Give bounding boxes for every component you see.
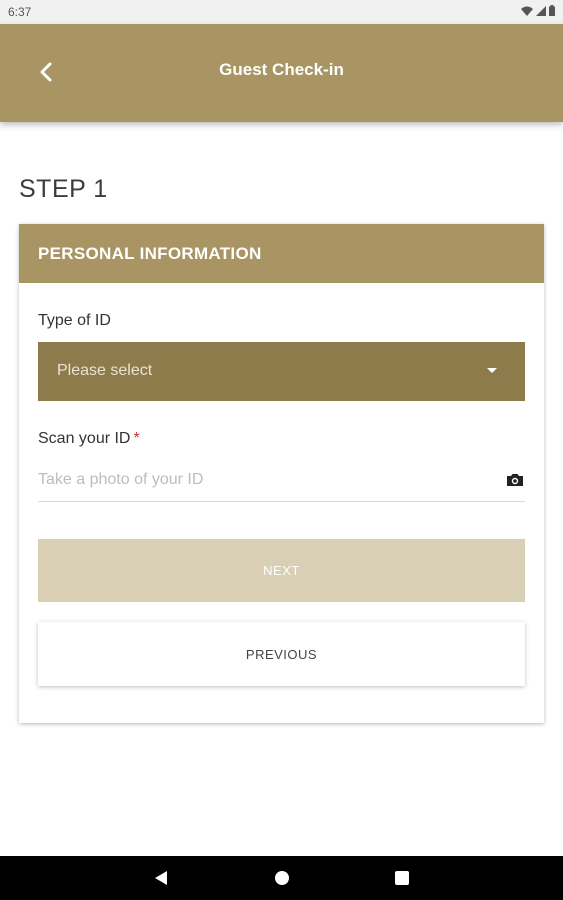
scan-id-label-text: Scan your ID: [38, 430, 131, 447]
scan-id-label: Scan your ID *: [38, 430, 140, 448]
nav-recents-button[interactable]: [391, 867, 413, 889]
battery-icon: [549, 5, 555, 16]
step-title: STEP 1: [19, 175, 108, 203]
card-header-title: PERSONAL INFORMATION: [38, 244, 262, 263]
next-button[interactable]: NEXT: [38, 539, 525, 602]
required-mark: *: [133, 430, 140, 447]
app-bar: Guest Check-in: [0, 24, 563, 122]
wifi-icon: [521, 6, 533, 16]
status-time: 6:37: [8, 5, 32, 19]
caret-down-icon: [487, 368, 497, 373]
signal-icon: [536, 5, 546, 16]
personal-info-card: PERSONAL INFORMATION Type of ID Please s…: [19, 224, 544, 723]
system-nav-bar: [0, 856, 563, 900]
status-icons: [521, 5, 555, 16]
square-recents-icon: [395, 871, 409, 885]
id-type-select[interactable]: Please select: [38, 342, 525, 401]
nav-home-button[interactable]: [271, 867, 293, 889]
circle-home-icon: [275, 871, 289, 885]
app-title: Guest Check-in: [219, 60, 344, 79]
id-type-select-value: Please select: [57, 362, 153, 379]
triangle-back-icon: [155, 871, 167, 885]
id-type-label: Type of ID: [38, 312, 111, 329]
previous-button[interactable]: PREVIOUS: [38, 622, 525, 686]
card-header: PERSONAL INFORMATION: [19, 224, 544, 283]
camera-icon[interactable]: [505, 472, 525, 488]
scan-id-placeholder: Take a photo of your ID: [38, 471, 204, 488]
status-bar: 6:37: [0, 0, 563, 24]
scan-id-field[interactable]: Take a photo of your ID: [38, 464, 525, 502]
nav-back-button[interactable]: [150, 867, 172, 889]
